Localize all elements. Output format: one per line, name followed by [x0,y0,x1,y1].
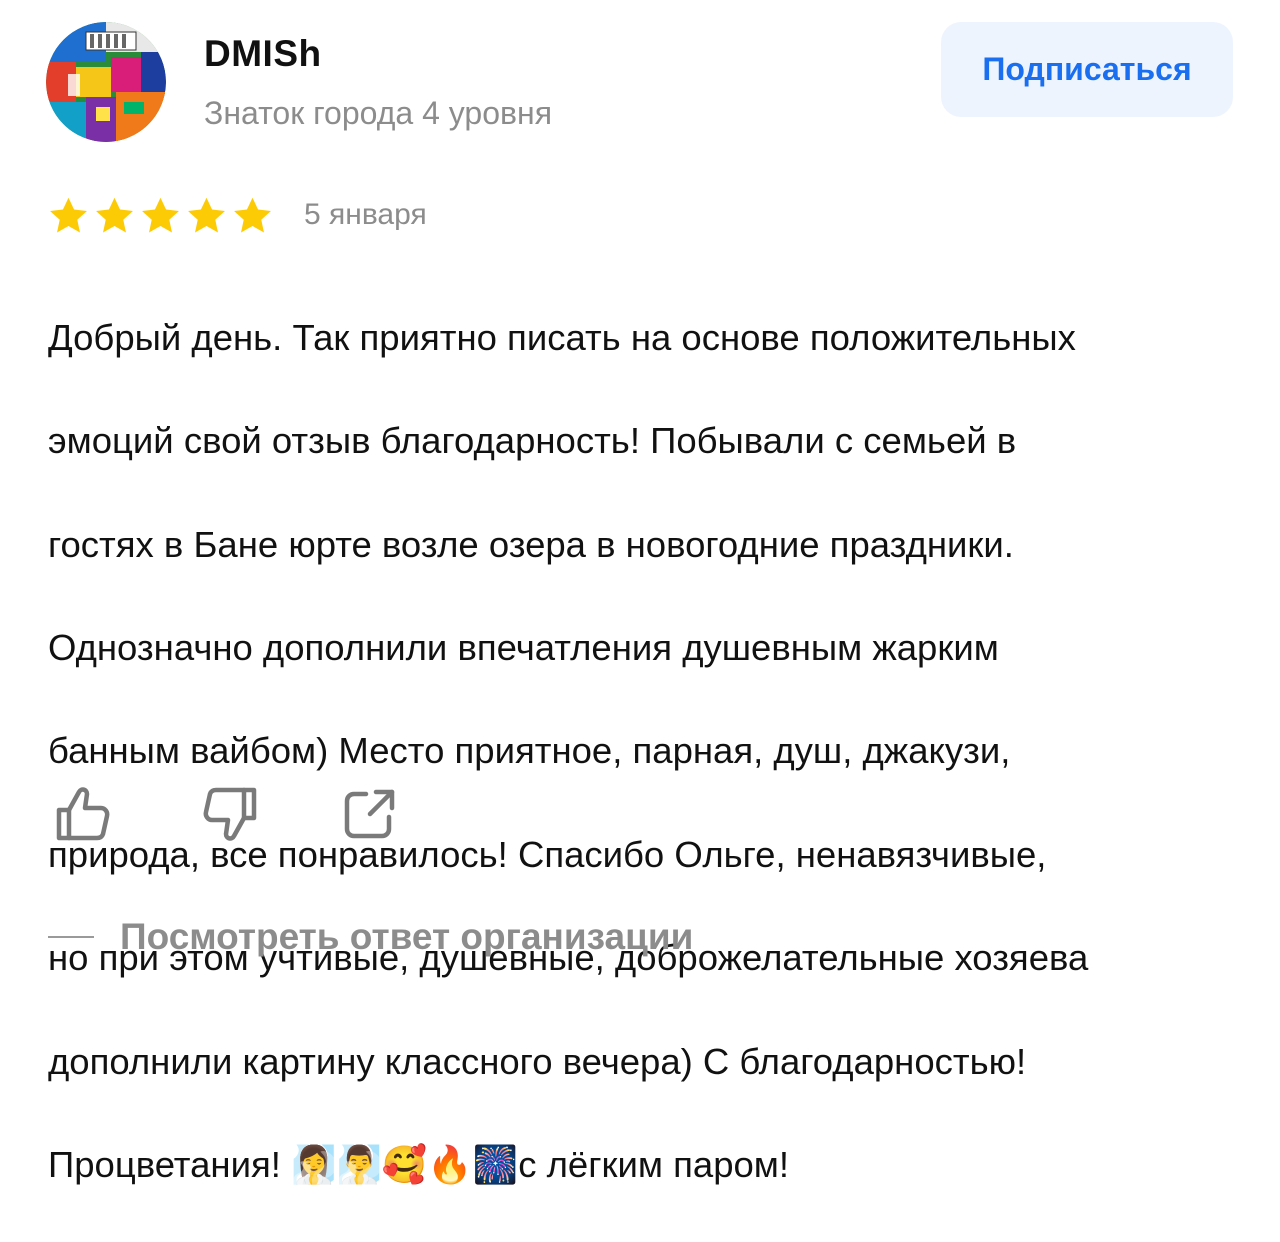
review-text-line: Однозначно дополнили впечатления душевны… [48,626,999,668]
thumbs-up-icon [56,787,110,841]
subscribe-button[interactable]: Подписаться [941,22,1233,117]
dislike-button[interactable] [196,782,260,846]
reply-label: Посмотреть ответ организации [120,916,694,957]
like-button[interactable] [53,782,117,846]
star-icon [96,197,133,233]
star-icon [142,197,179,233]
review-text: Добрый день. Так приятно писать на основ… [48,260,1248,1242]
review-text-line: гостях в Бане юрте возле озера в новогод… [48,523,1014,565]
review-text-line: Процветания! 🧖‍♀️🧖‍♂️🥰🔥🎆с лёгким паром! [48,1143,790,1185]
author-name[interactable]: DMISh [204,33,322,75]
star-icon [50,197,87,233]
review-date: 5 января [304,198,427,231]
thumbs-down-icon [203,787,257,841]
review-text-line: дополнили картину классного вечера) С бл… [48,1040,1027,1082]
star-icon [188,197,225,233]
reply-dash-divider [48,936,94,938]
review-text-line: банным вайбом) Место приятное, парная, д… [48,730,1011,772]
review-text-line: Добрый день. Так приятно писать на основ… [48,316,1076,358]
rating-stars [47,195,274,239]
star-icon [234,197,271,233]
share-button[interactable] [338,782,402,846]
author-level: Знаток города 4 уровня [204,95,553,131]
view-organization-reply[interactable]: Посмотреть ответ организации [48,912,693,962]
share-icon [344,789,395,839]
review-text-line: эмоций свой отзыв благодарность! Побывал… [48,420,1017,462]
avatar[interactable] [46,22,166,142]
avatar-image [46,22,166,142]
